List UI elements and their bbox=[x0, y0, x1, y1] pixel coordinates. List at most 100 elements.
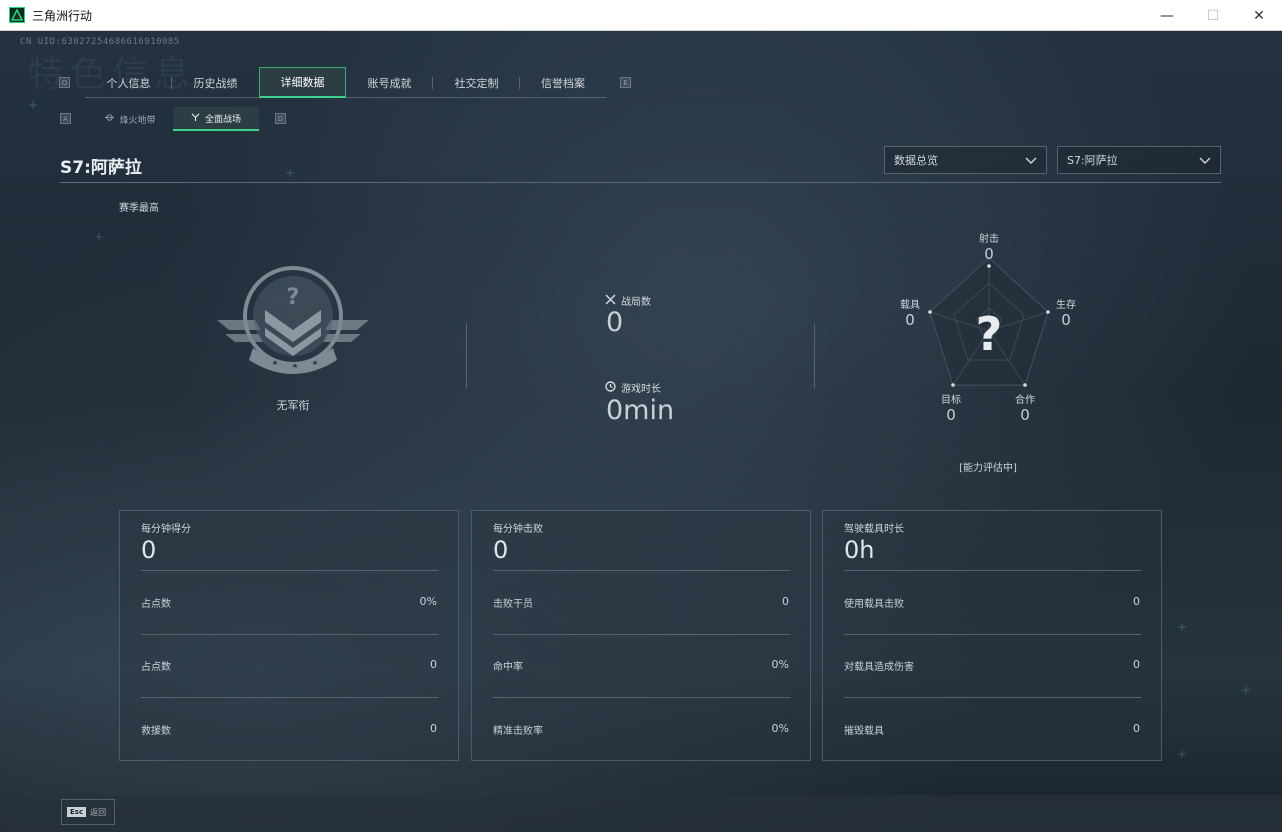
kills-card: 每分钟击败 0 击败干员 0 命中率 0% 精准击败率 0% bbox=[471, 510, 811, 761]
tab-label: 个人信息 bbox=[106, 76, 151, 90]
card-row-value: 0 bbox=[430, 658, 437, 671]
dropdown-value: 数据总览 bbox=[894, 154, 938, 167]
card-row-label: 使用载具击败 bbox=[844, 599, 904, 610]
window-title: 三角洲行动 bbox=[32, 8, 93, 23]
tab-label: 详细数据 bbox=[280, 76, 325, 89]
tab-next-key-hint: E bbox=[620, 77, 631, 88]
radar-center-question: ? bbox=[976, 307, 1003, 361]
card-divider bbox=[141, 634, 438, 635]
battles-value: 0 bbox=[606, 307, 624, 338]
dropdown-value: S7:阿萨拉 bbox=[1067, 154, 1118, 167]
chevron-down-icon bbox=[1198, 153, 1212, 170]
battles-label: 战局数 bbox=[605, 293, 651, 308]
crosshair-decoration-icon: + bbox=[1177, 747, 1188, 761]
chevron-down-icon bbox=[1024, 153, 1038, 170]
section-divider bbox=[814, 323, 815, 389]
crosshair-decoration-icon: + bbox=[28, 98, 39, 112]
subtab-warfare[interactable]: 全面战场 bbox=[173, 107, 259, 131]
radar-value-survival: 0 bbox=[1061, 311, 1071, 329]
subtab-label: 烽火地带 bbox=[119, 115, 156, 126]
card-row-label: 命中率 bbox=[493, 662, 523, 673]
card-main-value: 0 bbox=[141, 536, 157, 564]
back-label: 返回 bbox=[90, 807, 107, 817]
tab-label: 社交定制 bbox=[454, 76, 499, 90]
main-tabs: 个人信息 历史战绩 详细数据 账号成就 社交定制 信誉档案 bbox=[85, 67, 606, 98]
tab-detailed-data[interactable]: 详细数据 bbox=[259, 67, 346, 98]
flame-icon bbox=[105, 113, 115, 125]
data-view-dropdown[interactable]: 数据总览 bbox=[884, 146, 1047, 174]
back-button[interactable]: Esc 返回 bbox=[61, 799, 115, 825]
card-row-label: 对载具造成伤害 bbox=[844, 662, 914, 673]
subtab-next-key-hint: D bbox=[275, 113, 286, 124]
tab-achievements[interactable]: 账号成就 bbox=[346, 67, 433, 98]
card-row-value: 0% bbox=[771, 658, 789, 671]
game-viewport: 特色信息 CN UID:6302725468661691008​5 + + + … bbox=[0, 31, 1282, 832]
card-divider bbox=[844, 697, 1141, 698]
card-row-label: 摧毁载具 bbox=[844, 726, 884, 737]
radar-label-vehicle: 载具 bbox=[900, 300, 920, 311]
crosshair-decoration-icon: + bbox=[1177, 620, 1188, 634]
crossed-swords-icon bbox=[605, 294, 616, 308]
tab-label: 账号成就 bbox=[367, 76, 412, 90]
score-card: 每分钟得分 0 占点数 0% 占点数 0 救援数 0 bbox=[119, 510, 459, 761]
esc-key-icon: Esc bbox=[67, 807, 87, 817]
subtab-prev-key-hint: A bbox=[60, 113, 71, 124]
section-divider bbox=[466, 323, 467, 389]
radar-value-cooperation: 0 bbox=[1020, 406, 1030, 424]
card-title: 每分钟击败 bbox=[493, 524, 543, 535]
crosshair-decoration-icon: + bbox=[94, 230, 105, 244]
season-dropdown[interactable]: S7:阿萨拉 bbox=[1057, 146, 1221, 174]
bottom-bar bbox=[0, 795, 1282, 832]
card-divider bbox=[141, 697, 438, 698]
card-row-value: 0 bbox=[1133, 658, 1140, 671]
maximize-button[interactable]: ☐ bbox=[1190, 0, 1236, 31]
radar-label-objective: 目标 bbox=[941, 395, 961, 406]
title-divider bbox=[60, 182, 1221, 183]
card-row-value: 0 bbox=[1133, 722, 1140, 735]
tab-social[interactable]: 社交定制 bbox=[433, 67, 520, 98]
tab-history[interactable]: 历史战绩 bbox=[172, 67, 259, 98]
radar-label-survival: 生存 bbox=[1056, 300, 1076, 311]
playtime-value: 0min bbox=[606, 395, 675, 426]
playtime-label-text: 游戏时长 bbox=[621, 384, 661, 395]
card-row-value: 0% bbox=[419, 595, 437, 608]
window-titlebar: 三角洲行动 — ☐ ✕ bbox=[0, 0, 1282, 31]
card-divider bbox=[493, 570, 790, 571]
card-row-value: 0% bbox=[771, 722, 789, 735]
card-main-value: 0 bbox=[493, 536, 509, 564]
tab-personal-info[interactable]: 个人信息 bbox=[85, 67, 172, 98]
battlefield-icon bbox=[191, 112, 200, 124]
radar-label-cooperation: 合作 bbox=[1015, 395, 1035, 406]
card-divider bbox=[493, 697, 790, 698]
playtime-label: 游戏时长 bbox=[605, 380, 661, 395]
radar-label-shooting: 射击 bbox=[979, 234, 999, 245]
season-best-label: 赛季最高 bbox=[119, 203, 159, 214]
page-title: S7:阿萨拉 bbox=[60, 158, 142, 178]
card-row-value: 0 bbox=[430, 722, 437, 735]
card-row-value: 0 bbox=[782, 595, 789, 608]
card-divider bbox=[493, 634, 790, 635]
unknown-rank-emblem-icon: ? bbox=[215, 264, 371, 380]
tab-label: 信誉档案 bbox=[541, 76, 585, 90]
card-main-value: 0h bbox=[844, 536, 875, 564]
card-row-label: 精准击败率 bbox=[493, 726, 543, 737]
player-uid: CN UID:6302725468661691008​5 bbox=[20, 37, 180, 47]
close-button[interactable]: ✕ bbox=[1236, 0, 1282, 31]
rank-name: 无军衔 bbox=[276, 399, 310, 412]
tab-prev-key-hint: Q bbox=[59, 77, 70, 88]
card-divider bbox=[844, 570, 1141, 571]
card-title: 驾驶载具时长 bbox=[844, 524, 904, 535]
tab-reputation[interactable]: 信誉档案 bbox=[520, 67, 606, 98]
clock-icon bbox=[605, 380, 616, 395]
radar-status-text: [能力评估中] bbox=[959, 463, 1017, 474]
battles-label-text: 战局数 bbox=[621, 297, 651, 308]
mode-subtabs: 烽火地带 全面战场 bbox=[88, 107, 259, 131]
tab-label: 历史战绩 bbox=[193, 76, 238, 90]
radar-value-shooting: 0 bbox=[984, 245, 994, 263]
subtab-label: 全面战场 bbox=[204, 114, 241, 125]
card-row-label: 击败干员 bbox=[493, 599, 533, 610]
crosshair-decoration-icon: + bbox=[1241, 683, 1252, 697]
minimize-button[interactable]: — bbox=[1144, 0, 1190, 31]
subtab-operations[interactable]: 烽火地带 bbox=[88, 107, 173, 131]
card-divider bbox=[141, 570, 438, 571]
